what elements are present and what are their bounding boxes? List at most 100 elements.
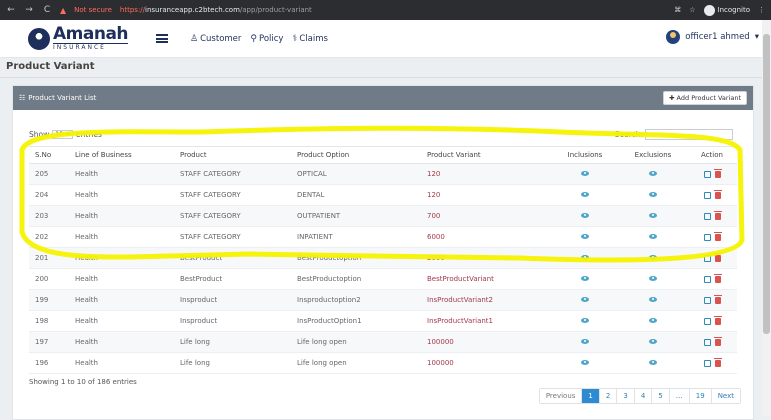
column-header[interactable]: Product (174, 146, 291, 164)
eye-icon[interactable] (581, 297, 589, 302)
page-button[interactable]: 1 (582, 389, 600, 403)
page-button[interactable]: 3 (617, 389, 635, 403)
edit-icon[interactable] (703, 212, 711, 220)
incognito-badge[interactable]: Incognito (703, 4, 750, 16)
trash-icon[interactable] (713, 252, 722, 262)
previous-button[interactable]: Previous (539, 389, 583, 403)
cell-product: Life long (174, 352, 291, 374)
star-icon[interactable]: ☆ (689, 6, 695, 14)
table-row: 202 Health STAFF CATEGORY INPATIENT 6000 (29, 226, 737, 248)
eye-icon[interactable] (581, 360, 589, 365)
logo[interactable]: Amanah INSURANCE (28, 26, 129, 51)
edit-icon[interactable] (703, 359, 711, 367)
trash-icon[interactable] (713, 273, 722, 283)
eye-icon[interactable] (581, 171, 589, 176)
action-cell (687, 352, 737, 374)
eye-icon[interactable] (581, 192, 589, 197)
top-nav: ♙ Customer ⚲ Policy ⚕ Claims (190, 34, 328, 44)
eye-icon[interactable] (649, 171, 657, 176)
page-button[interactable]: 2 (599, 389, 618, 403)
trash-icon[interactable] (713, 168, 722, 178)
hamburger-icon[interactable] (156, 34, 169, 43)
eye-icon[interactable] (649, 192, 657, 197)
eye-icon[interactable] (649, 318, 657, 323)
table-row: 197 Health Life long Life long open 100000 (29, 331, 737, 353)
edit-icon[interactable] (703, 338, 711, 346)
nav-policy[interactable]: ⚲ Policy (250, 34, 283, 44)
cell-product-variant: 120 (421, 163, 551, 185)
url-scheme: https:// (119, 6, 146, 14)
cell-sno: 204 (29, 184, 69, 206)
add-product-variant-button[interactable]: ✚ Add Product Variant (663, 91, 747, 105)
edit-icon[interactable] (703, 191, 711, 199)
scrollbar-thumb[interactable] (763, 34, 770, 334)
page-scrollbar[interactable] (762, 20, 771, 416)
trash-icon[interactable] (713, 357, 722, 367)
entries-label: entries (75, 130, 102, 139)
eye-icon[interactable] (649, 276, 657, 281)
edit-icon[interactable] (703, 317, 711, 325)
eye-icon[interactable] (649, 360, 657, 365)
url-path: /app/product-variant (239, 6, 312, 14)
cell-product-option: Life long open (291, 331, 421, 353)
incognito-label: Incognito (717, 6, 750, 14)
eye-icon[interactable] (649, 255, 657, 260)
edit-icon[interactable] (703, 254, 711, 262)
next-button[interactable]: Next (711, 389, 740, 403)
eye-icon[interactable] (649, 339, 657, 344)
nav-customer[interactable]: ♙ Customer (190, 34, 241, 44)
column-header[interactable]: Exclusions (619, 146, 687, 164)
trash-icon[interactable] (713, 294, 722, 304)
edit-icon[interactable] (703, 233, 711, 241)
eye-icon[interactable] (649, 213, 657, 218)
cell-sno: 197 (29, 331, 69, 353)
exclusions-cell (619, 205, 687, 227)
divider (0, 77, 762, 78)
nav-claims[interactable]: ⚕ Claims (292, 34, 327, 44)
product-variant-panel: ☷ Product Variant List ✚ Add Product Var… (12, 85, 754, 420)
eye-icon[interactable] (581, 318, 589, 323)
forward-arrow-icon[interactable]: → (24, 5, 34, 15)
column-header[interactable]: Product Option (291, 146, 421, 164)
trash-icon[interactable] (713, 315, 722, 325)
entries-select[interactable]: 10 ▾ (52, 130, 73, 139)
cell-product: STAFF CATEGORY (174, 226, 291, 248)
column-header[interactable]: Line of Business (69, 146, 174, 164)
trash-icon[interactable] (713, 189, 722, 199)
eye-icon[interactable] (581, 339, 589, 344)
exclusions-cell (619, 289, 687, 311)
search-input[interactable] (645, 129, 733, 140)
trash-icon[interactable] (713, 336, 722, 346)
eye-icon[interactable] (649, 234, 657, 239)
inclusions-cell (551, 247, 619, 269)
key-icon[interactable]: ⌘ (674, 6, 681, 14)
back-arrow-icon[interactable]: ← (6, 5, 16, 15)
edit-icon[interactable] (703, 170, 711, 178)
user-name: officer1 ahmed (685, 32, 750, 42)
column-header[interactable]: Inclusions (551, 146, 619, 164)
page-button[interactable]: 5 (652, 389, 670, 403)
trash-icon[interactable] (713, 210, 722, 220)
trash-icon[interactable] (713, 231, 722, 241)
cell-product: STAFF CATEGORY (174, 184, 291, 206)
action-cell (687, 268, 737, 290)
edit-icon[interactable] (703, 275, 711, 283)
page-button[interactable]: 4 (634, 389, 653, 403)
inclusions-cell (551, 205, 619, 227)
eye-icon[interactable] (581, 255, 589, 260)
menu-icon[interactable]: ⋮ (758, 6, 765, 14)
url-bar[interactable]: https://insuranceapp.c2btech.com/app/pro… (120, 6, 312, 14)
column-header[interactable]: Product Variant (421, 146, 551, 164)
column-header[interactable]: S.No (29, 146, 69, 164)
cell-sno: 203 (29, 205, 69, 227)
eye-icon[interactable] (581, 234, 589, 239)
edit-icon[interactable] (703, 296, 711, 304)
eye-icon[interactable] (649, 297, 657, 302)
eye-icon[interactable] (581, 276, 589, 281)
user-menu[interactable]: officer1 ahmed ▾ (666, 30, 759, 44)
cell-product-option: DENTAL (291, 184, 421, 206)
action-cell (687, 331, 737, 353)
page-button[interactable]: 19 (689, 389, 712, 403)
reload-icon[interactable]: C (42, 5, 52, 15)
eye-icon[interactable] (581, 213, 589, 218)
